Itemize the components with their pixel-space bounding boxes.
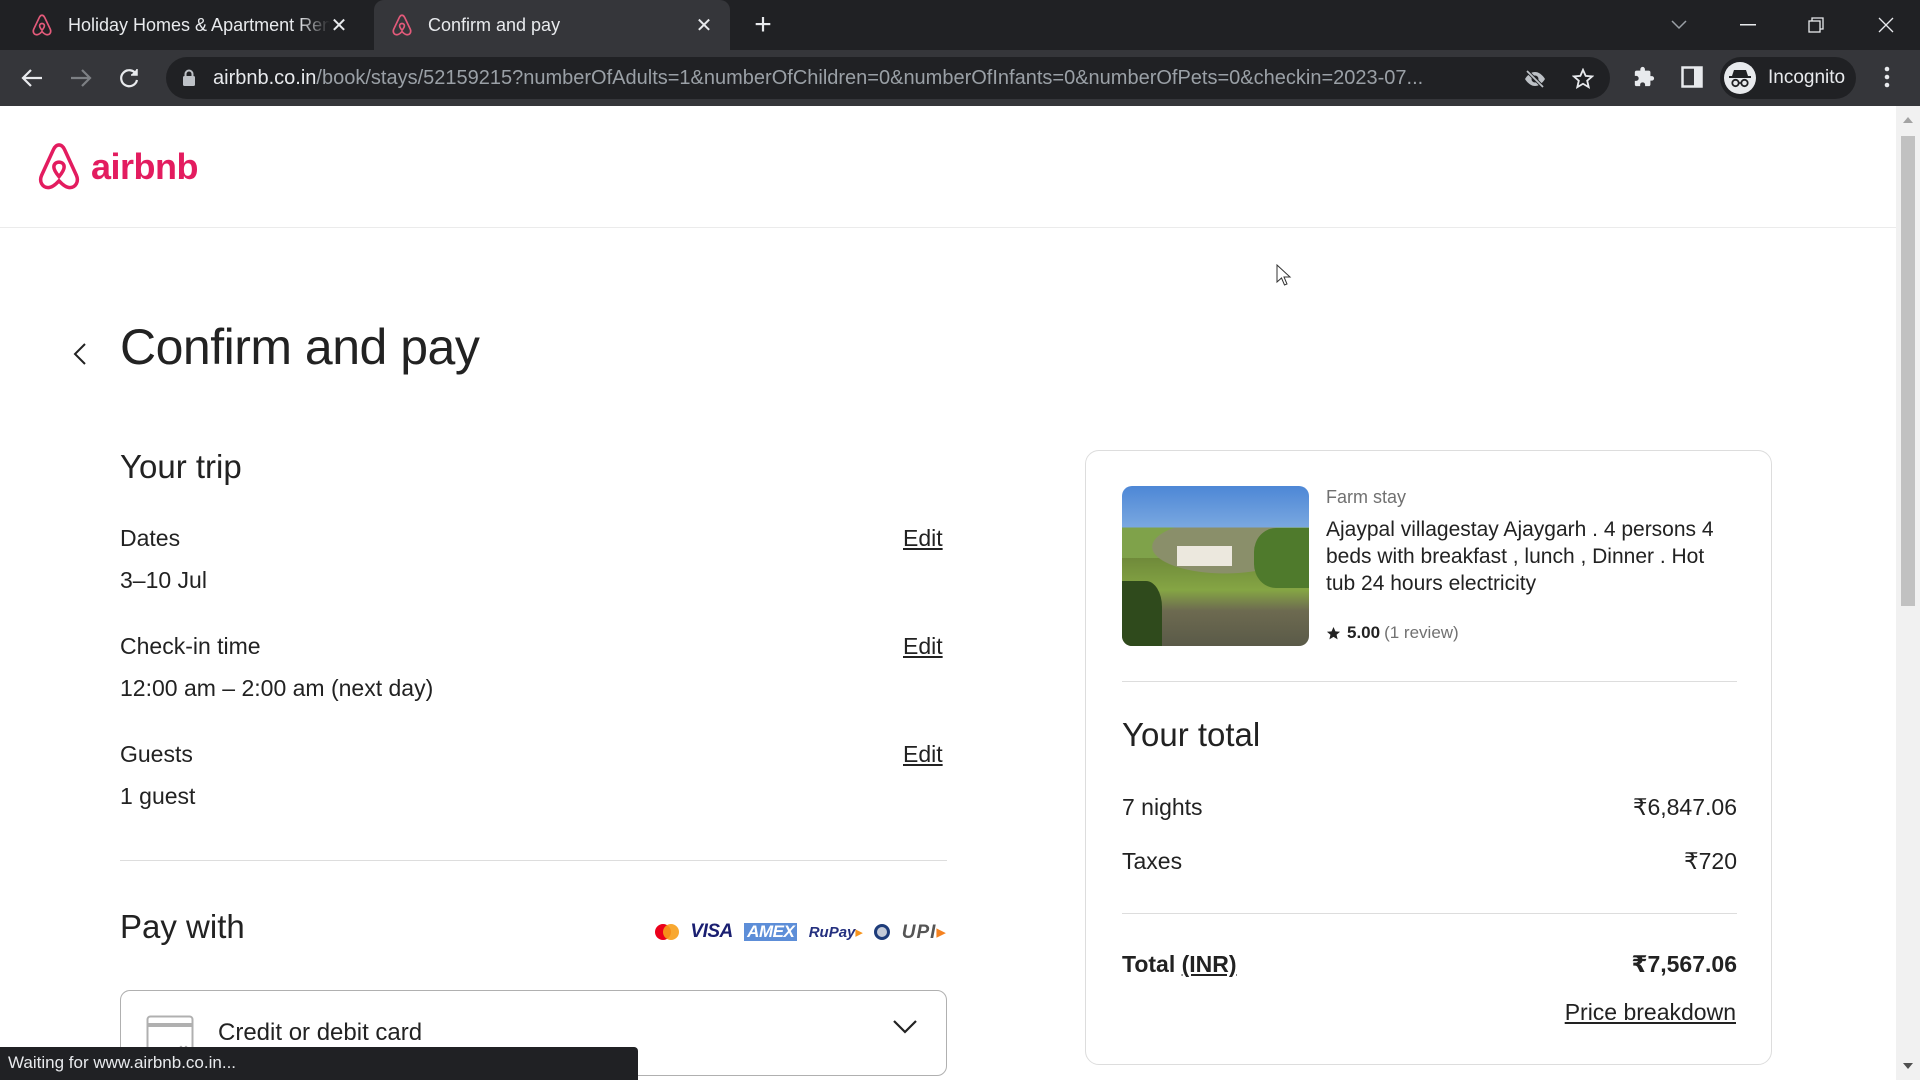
url-path: /book/stays/52159215?numberOfAdults=1&nu… <box>316 67 1424 89</box>
extensions-puzzle-icon[interactable] <box>1631 64 1657 90</box>
booking-summary-card: Farm stay Ajaypal villagestay Ajaygarh .… <box>1085 450 1772 1065</box>
scrollbar-thumb[interactable] <box>1901 136 1915 606</box>
close-window-icon[interactable] <box>1871 10 1901 40</box>
rating-score: 5.00 <box>1347 623 1381 642</box>
checkin-time-value: 12:00 am – 2:00 am (next day) <box>120 675 434 701</box>
tab-title: Holiday Homes & Apartment Rentals - Airb… <box>68 14 330 35</box>
forward-arrow-icon[interactable] <box>67 64 95 92</box>
diners-club-icon <box>874 924 891 940</box>
price-row-taxes: Taxes ₹720 <box>1122 848 1737 875</box>
logo-wordmark: airbnb <box>91 146 199 187</box>
airbnb-belo-icon <box>38 143 80 190</box>
summary-divider <box>1122 913 1737 914</box>
rupay-icon: RuPay▸ <box>808 924 863 941</box>
close-tab-icon[interactable]: ✕ <box>692 13 716 37</box>
checkin-time-label: Check-in time <box>120 633 261 659</box>
scroll-up-arrow-icon[interactable] <box>1896 110 1920 130</box>
listing-title: Ajaypal villagestay Ajaygarh . 4 persons… <box>1326 518 1714 595</box>
summary-divider <box>1122 681 1737 682</box>
restore-icon[interactable] <box>1801 10 1831 40</box>
chevron-down-icon <box>893 1020 917 1034</box>
edit-dates-link[interactable]: Edit <box>903 525 943 552</box>
new-tab-button[interactable]: + <box>750 10 776 40</box>
mouse-pointer-icon <box>1276 264 1292 286</box>
dates-value: 3–10 Jul <box>120 567 207 593</box>
taxes-label: Taxes <box>1122 848 1183 874</box>
amex-icon: AMEX <box>744 923 798 941</box>
nights-amount: ₹6,847.06 <box>1632 794 1737 820</box>
page-title: Confirm and pay <box>120 319 480 375</box>
price-row-nights: 7 nights ₹6,847.06 <box>1122 794 1737 821</box>
site-header: airbnb <box>0 106 1896 228</box>
upi-icon: UPI▸ <box>901 921 947 943</box>
tracking-protection-eye-off-icon[interactable] <box>1523 67 1547 91</box>
tab-confirm-and-pay[interactable]: Confirm and pay ✕ <box>374 0 730 50</box>
airbnb-icon <box>30 13 54 37</box>
edit-checkin-link[interactable]: Edit <box>903 633 943 660</box>
payment-method-value: Credit or debit card <box>218 1019 423 1046</box>
browser-status-bar: Waiting for www.airbnb.co.in... <box>0 1047 638 1080</box>
airbnb-icon <box>390 13 414 37</box>
url-text[interactable]: airbnb.co.in/book/stays/52159215?numberO… <box>213 67 1673 90</box>
review-count: (1 review) <box>1384 623 1459 642</box>
tab-search-chevron-icon[interactable] <box>1664 10 1694 40</box>
mastercard-icon <box>655 924 679 940</box>
guests-label: Guests <box>120 741 193 767</box>
url-host: airbnb.co.in <box>213 67 317 89</box>
your-trip-heading: Your trip <box>120 448 242 485</box>
your-total-heading: Your total <box>1122 716 1261 753</box>
close-tab-icon[interactable]: ✕ <box>327 13 351 37</box>
total-amount: ₹7,567.06 <box>1631 951 1737 977</box>
price-row-total: Total (INR) ₹7,567.06 <box>1122 951 1737 978</box>
pay-with-heading: Pay with <box>120 908 245 945</box>
accepted-cards: VISA AMEX RuPay▸ UPI▸ <box>655 921 947 943</box>
airbnb-logo[interactable]: airbnb <box>35 142 199 192</box>
listing-photo[interactable] <box>1122 486 1309 646</box>
tab-title: Confirm and pay <box>428 14 561 35</box>
currency-link[interactable]: (INR) <box>1182 951 1237 977</box>
reload-icon[interactable] <box>115 64 143 92</box>
edit-guests-link[interactable]: Edit <box>903 741 943 768</box>
browser-toolbar: airbnb.co.in/book/stays/52159215?numberO… <box>0 50 1920 106</box>
incognito-icon <box>1724 62 1756 94</box>
bookmark-star-icon[interactable] <box>1571 67 1595 91</box>
nights-label: 7 nights <box>1122 794 1203 820</box>
total-label: Total (INR) <box>1122 951 1237 977</box>
scroll-down-arrow-icon[interactable] <box>1896 1056 1920 1076</box>
tab-holiday-homes[interactable]: Holiday Homes & Apartment Rentals - Airb… <box>30 0 365 50</box>
address-bar[interactable]: airbnb.co.in/book/stays/52159215?numberO… <box>166 57 1610 99</box>
lock-icon[interactable] <box>182 69 196 92</box>
listing-type: Farm stay <box>1326 487 1407 507</box>
listing-rating: 5.00 (1 review) <box>1326 623 1459 643</box>
taxes-amount: ₹720 <box>1683 848 1737 874</box>
chevron-left-icon <box>73 343 86 365</box>
guests-value: 1 guest <box>120 783 196 809</box>
side-panel-icon[interactable] <box>1679 64 1705 90</box>
visa-icon: VISA <box>690 921 733 942</box>
page-scrollbar[interactable] <box>1896 106 1920 1080</box>
incognito-profile-button[interactable]: Incognito <box>1720 57 1856 99</box>
back-arrow-icon[interactable] <box>18 64 46 92</box>
browser-tab-bar: Holiday Homes & Apartment Rentals - Airb… <box>0 0 1920 50</box>
star-icon <box>1326 626 1341 639</box>
price-breakdown-link[interactable]: Price breakdown <box>1565 999 1736 1026</box>
section-divider <box>120 860 947 861</box>
dates-label: Dates <box>120 525 181 551</box>
back-button[interactable] <box>66 336 94 372</box>
browser-menu-kebab-icon[interactable] <box>1874 64 1900 90</box>
minimize-icon[interactable] <box>1733 10 1763 40</box>
profile-label: Incognito <box>1768 67 1846 88</box>
